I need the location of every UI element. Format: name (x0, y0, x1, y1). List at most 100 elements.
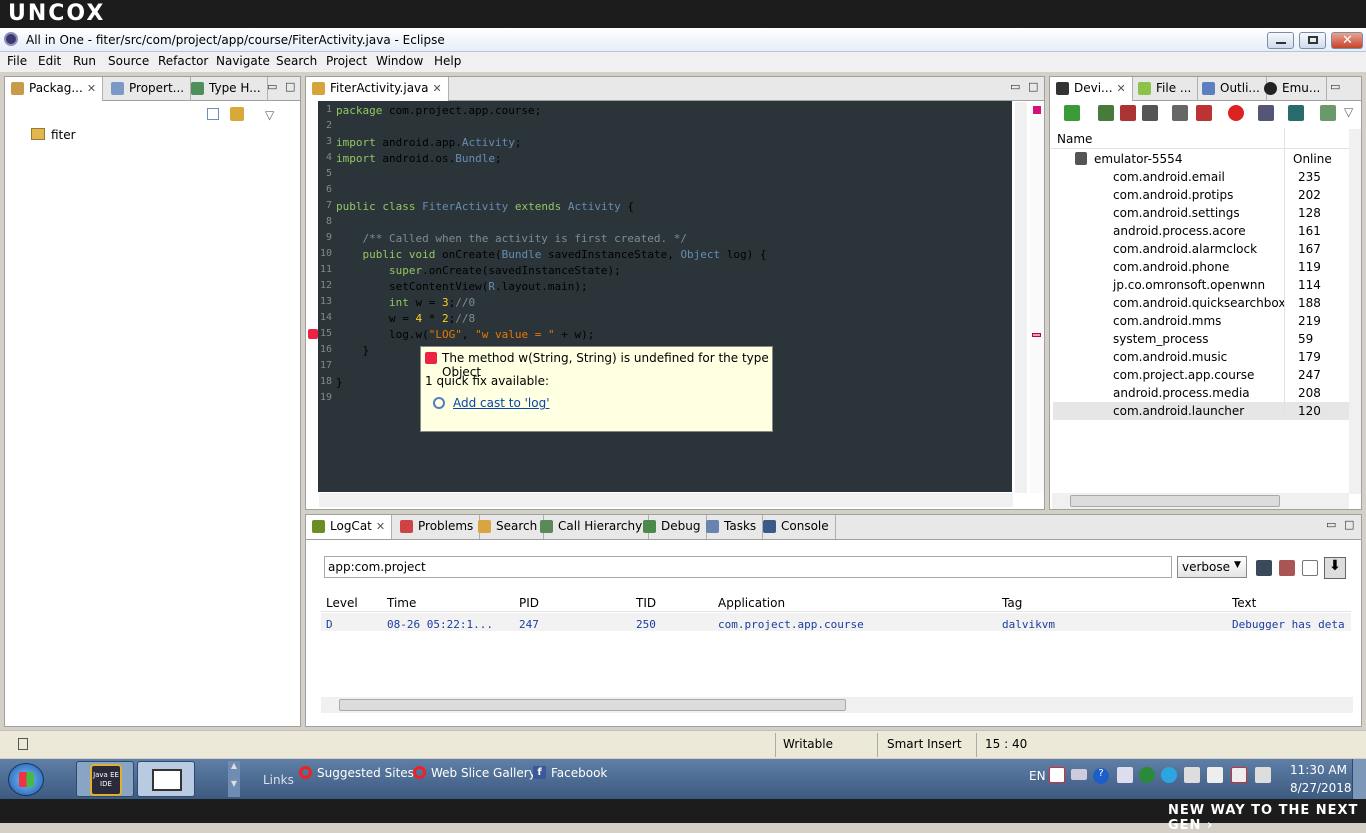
tab-properties[interactable]: Propert... (105, 77, 192, 101)
process-row[interactable]: android.process.media 208 (1053, 384, 1349, 402)
maximize-editor-icon[interactable]: □ (1028, 80, 1038, 93)
tray-icon[interactable] (1207, 767, 1223, 783)
systrace-icon[interactable] (1288, 105, 1304, 121)
error-gutter-icon[interactable] (308, 329, 318, 339)
taskbar-app-window[interactable] (137, 761, 195, 797)
close-editor-tab-icon[interactable]: ✕ (433, 82, 442, 95)
tree-item-fiter[interactable]: fiter (51, 128, 76, 142)
view-menu-icon[interactable]: ▽ (1344, 105, 1353, 119)
tab-problems[interactable]: Problems (394, 515, 481, 539)
link-editor-icon[interactable] (230, 107, 244, 121)
tab-type-hierarchy[interactable]: Type H... (185, 77, 268, 101)
screen-capture-icon[interactable] (1258, 105, 1274, 121)
column-level[interactable]: Level (326, 596, 358, 610)
column-tag[interactable]: Tag (1002, 596, 1022, 610)
close-tab-icon[interactable]: ✕ (87, 82, 96, 95)
menu-run[interactable]: Run (73, 54, 96, 68)
column-tid[interactable]: TID (636, 596, 656, 610)
method-profiling-icon[interactable] (1196, 105, 1212, 121)
devices-vscrollbar[interactable] (1349, 129, 1361, 494)
process-row[interactable]: com.android.quicksearchbox 188 (1053, 294, 1349, 312)
log-level-select[interactable]: verbose ▼ (1177, 556, 1247, 578)
new-fastview-icon[interactable] (18, 738, 28, 750)
tray-icon[interactable] (1049, 767, 1065, 783)
tab-fiteractivity-java[interactable]: FiterActivity.java ✕ (306, 77, 449, 101)
taskbar-scroll[interactable]: ▲ ▼ (228, 761, 240, 797)
tab-console[interactable]: Console (757, 515, 836, 539)
menu-refactor[interactable]: Refactor (158, 54, 208, 68)
column-time[interactable]: Time (387, 596, 416, 610)
menu-navigate[interactable]: Navigate (216, 54, 270, 68)
taskbar-app-eclipse[interactable]: Java EE IDE (76, 761, 134, 797)
process-row[interactable]: com.android.email 235 (1053, 168, 1349, 186)
minimize-editor-icon[interactable]: ▭ (1010, 80, 1020, 93)
tab-logcat[interactable]: LogCat ✕ (306, 515, 393, 539)
toggle-filters-icon[interactable] (1302, 560, 1318, 576)
stop-process-icon[interactable] (1228, 105, 1244, 121)
dump-hprof-icon[interactable] (1120, 105, 1136, 121)
threads-update-icon[interactable] (1172, 105, 1188, 121)
logcat-hscrollbar[interactable] (321, 697, 1353, 713)
collapse-all-icon[interactable] (207, 108, 219, 120)
menu-search[interactable]: Search (276, 54, 317, 68)
tray-icon[interactable] (1139, 767, 1155, 783)
process-row[interactable]: com.project.app.course 247 (1053, 366, 1349, 384)
process-row[interactable]: com.android.protips 202 (1053, 186, 1349, 204)
link-suggested-sites[interactable]: Suggested Sites (317, 766, 414, 780)
quickfix-link[interactable]: Add cast to 'log' (453, 396, 550, 410)
link-facebook[interactable]: Facebook (551, 766, 607, 780)
process-row[interactable]: com.android.mms 219 (1053, 312, 1349, 330)
tab-tasks[interactable]: Tasks (700, 515, 764, 539)
keyboard-icon[interactable] (1071, 769, 1087, 780)
tab-devices[interactable]: Devi... ✕ (1050, 77, 1133, 101)
process-row[interactable]: jp.co.omronsoft.openwnn 114 (1053, 276, 1349, 294)
help-icon[interactable]: ? (1093, 768, 1109, 784)
tab-call-hierarchy[interactable]: Call Hierarchy (534, 515, 650, 539)
save-log-icon[interactable] (1256, 560, 1272, 576)
hscroll-thumb[interactable] (1070, 495, 1280, 507)
clock-date[interactable]: 8/27/2018 (1290, 781, 1352, 795)
clear-log-icon[interactable] (1279, 560, 1295, 576)
column-pid[interactable]: PID (519, 596, 539, 610)
network-icon[interactable] (1231, 767, 1247, 783)
close-tab-icon[interactable]: ✕ (1117, 82, 1126, 95)
maximize-view-icon[interactable]: □ (1344, 518, 1354, 531)
debug-process-icon[interactable] (1064, 105, 1080, 121)
close-button[interactable]: ✕ (1331, 32, 1363, 49)
process-row[interactable]: com.android.alarmclock 167 (1053, 240, 1349, 258)
process-row[interactable]: com.android.settings 128 (1053, 204, 1349, 222)
tab-outline[interactable]: Outli... (1196, 77, 1267, 101)
device-row-emulator[interactable]: emulator-5554 Online (1053, 150, 1349, 168)
minimize-view-icon[interactable]: ▭ (267, 80, 277, 93)
dump-view-icon[interactable] (1320, 105, 1336, 121)
tray-icon[interactable] (1117, 767, 1133, 783)
close-tab-icon[interactable]: ✕ (376, 520, 385, 533)
show-desktop-button[interactable] (1352, 759, 1366, 799)
link-web-slice-gallery[interactable]: Web Slice Gallery (431, 766, 536, 780)
menu-source[interactable]: Source (108, 54, 149, 68)
clock-time[interactable]: 11:30 AM (1290, 763, 1347, 777)
tab-emulator[interactable]: Emu... (1258, 77, 1328, 101)
devices-hscrollbar[interactable] (1052, 493, 1349, 509)
gc-icon[interactable] (1142, 105, 1158, 121)
minimize-view-icon[interactable]: ▭ (1330, 80, 1340, 93)
maximize-button[interactable] (1299, 32, 1326, 49)
scroll-lock-button[interactable]: ⬇ (1324, 557, 1346, 579)
signal-icon[interactable] (1184, 767, 1200, 783)
process-row[interactable]: com.android.phone 119 (1053, 258, 1349, 276)
process-row[interactable]: system_process 59 (1053, 330, 1349, 348)
menu-edit[interactable]: Edit (38, 54, 61, 68)
language-indicator[interactable]: EN (1029, 769, 1046, 783)
view-menu-icon[interactable]: ▽ (265, 108, 274, 122)
telegram-icon[interactable] (1161, 767, 1177, 783)
editor-hscrollbar[interactable] (319, 493, 1013, 507)
volume-icon[interactable] (1255, 767, 1271, 783)
menu-file[interactable]: File (7, 54, 27, 68)
menu-help[interactable]: Help (434, 54, 461, 68)
column-text[interactable]: Text (1232, 596, 1256, 610)
menu-window[interactable]: Window (376, 54, 423, 68)
process-row[interactable]: android.process.acore 161 (1053, 222, 1349, 240)
minimize-button[interactable] (1267, 32, 1294, 49)
minimize-view-icon[interactable]: ▭ (1326, 518, 1336, 531)
tab-file-explorer[interactable]: File ... (1132, 77, 1199, 101)
